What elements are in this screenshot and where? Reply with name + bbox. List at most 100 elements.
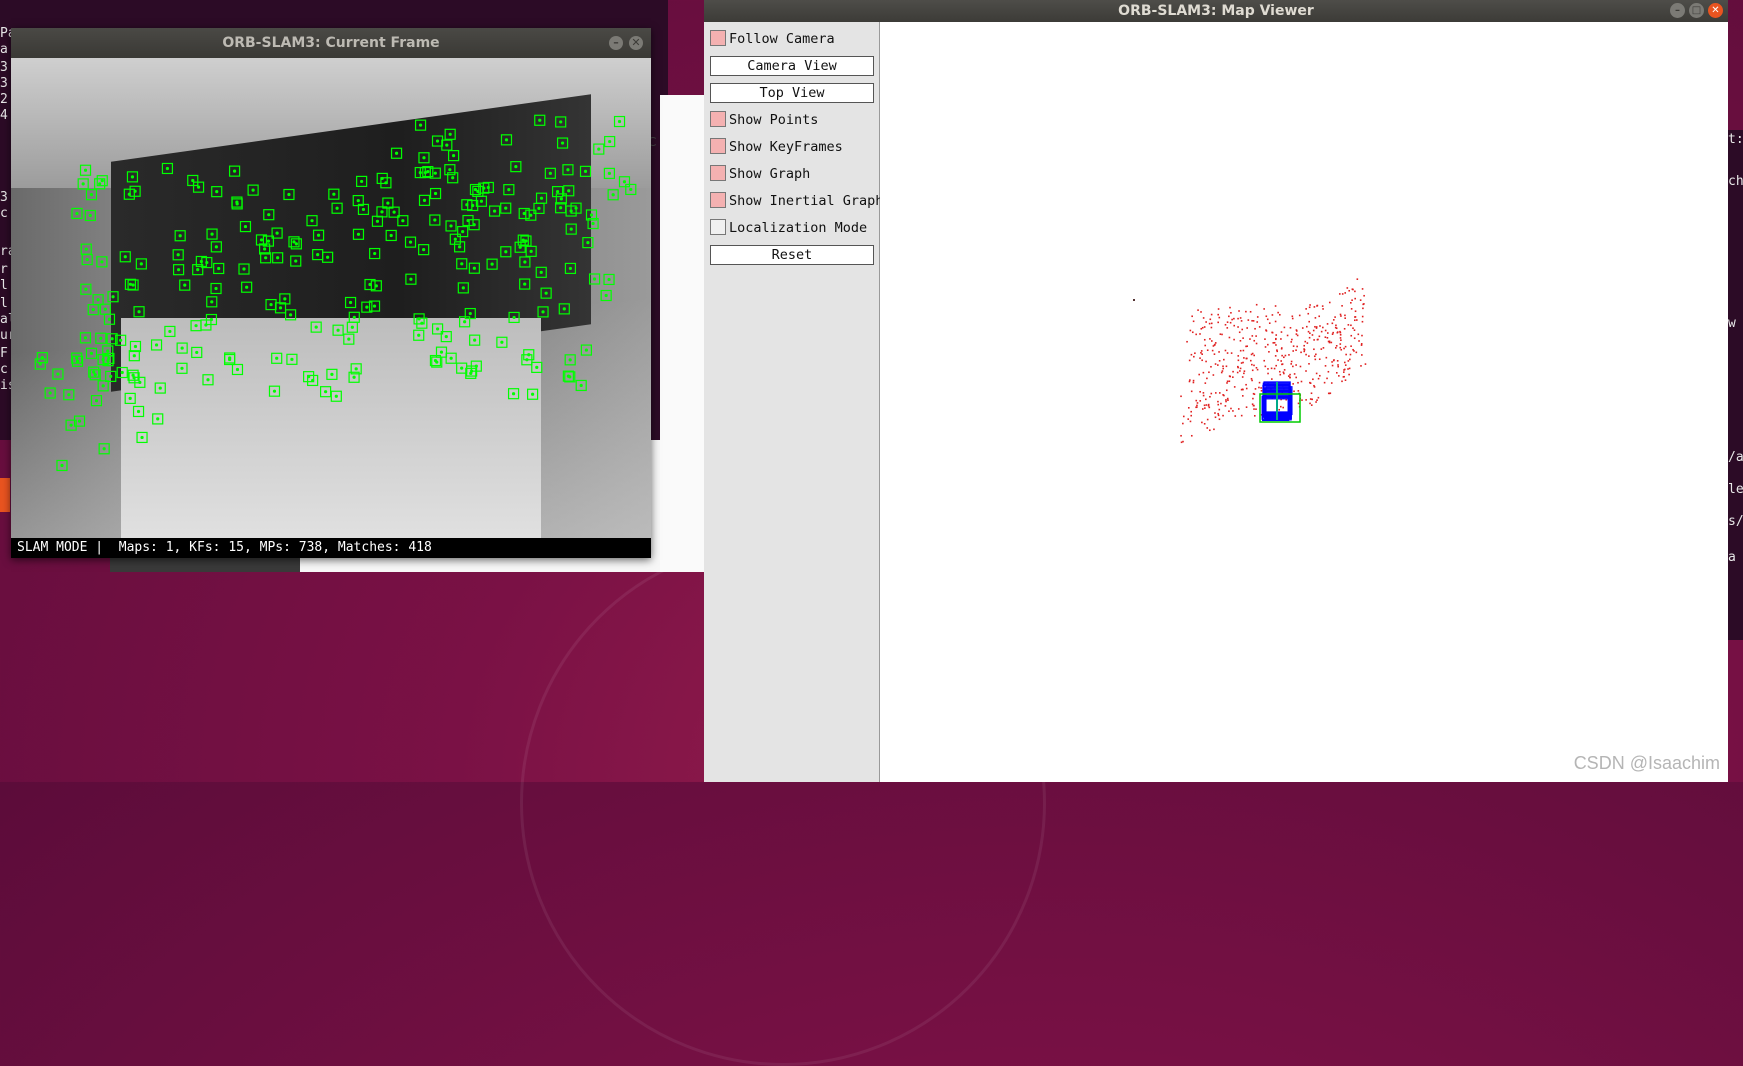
feature-keypoint	[272, 252, 284, 264]
show-graph-checkbox[interactable]	[710, 165, 726, 181]
show-keyframes-checkbox[interactable]	[710, 138, 726, 154]
feature-keypoint	[206, 296, 218, 308]
feature-keypoint	[468, 219, 480, 231]
follow-camera-checkbox[interactable]	[710, 30, 726, 46]
map-point	[1229, 375, 1232, 378]
map-point	[1214, 392, 1217, 394]
map-viewer-titlebar[interactable]: ORB-SLAM3: Map Viewer – □ ✕	[704, 0, 1728, 22]
map-point	[1275, 344, 1277, 346]
minimize-icon[interactable]: –	[1670, 3, 1685, 18]
map-point	[1229, 306, 1231, 309]
feature-keypoint	[356, 175, 368, 188]
show-points-checkbox[interactable]	[710, 111, 726, 127]
map-point	[1213, 428, 1215, 431]
top-view-button[interactable]: Top View	[710, 83, 874, 103]
map-point	[1275, 364, 1277, 367]
map-point	[1208, 429, 1211, 432]
map-point	[1355, 351, 1358, 354]
map-point	[1282, 406, 1285, 409]
feature-keypoint	[551, 185, 564, 198]
feature-keypoint	[453, 241, 466, 253]
map-point	[1334, 316, 1336, 318]
map-3d-view[interactable]: CSDN @Isaachim	[880, 22, 1728, 782]
map-point	[1307, 330, 1310, 333]
map-point	[1292, 365, 1294, 368]
map-point	[1331, 322, 1334, 325]
map-point	[1304, 340, 1307, 343]
feature-keypoint	[286, 353, 298, 365]
map-point	[1344, 364, 1347, 366]
feature-keypoint	[284, 309, 297, 321]
maximize-icon[interactable]: □	[1689, 3, 1704, 18]
show-graph-toggle[interactable]: Show Graph	[710, 164, 810, 184]
map-point	[1313, 348, 1315, 351]
map-point	[1186, 340, 1188, 343]
map-point	[1356, 278, 1359, 280]
map-point	[1227, 399, 1229, 402]
map-point	[1343, 347, 1345, 350]
minimize-icon[interactable]: –	[609, 36, 623, 50]
terminal-fragment: t:	[1728, 132, 1743, 147]
follow-camera-label: Follow Camera	[729, 31, 835, 47]
map-point	[1205, 360, 1207, 363]
map-point	[1207, 403, 1210, 406]
camera-view-button[interactable]: Camera View	[710, 56, 874, 76]
localization-mode-toggle[interactable]: Localization Mode	[710, 218, 867, 238]
close-icon[interactable]: ✕	[1708, 3, 1723, 18]
feature-keypoint	[96, 256, 108, 268]
current-frame-titlebar[interactable]: ORB-SLAM3: Current Frame – ✕	[11, 28, 651, 58]
map-point	[1283, 356, 1285, 359]
map-point	[1267, 372, 1269, 375]
show-points-toggle[interactable]: Show Points	[710, 110, 818, 130]
map-point	[1327, 392, 1330, 395]
map-point	[1226, 321, 1229, 323]
map-point	[1206, 427, 1209, 429]
feature-keypoint	[352, 228, 365, 240]
map-point	[1222, 414, 1224, 417]
feature-overlay	[34, 114, 637, 472]
localization-mode-checkbox[interactable]	[710, 219, 726, 235]
terminal-fragment: l	[0, 296, 8, 311]
map-point	[1297, 402, 1300, 405]
map-point	[1360, 344, 1363, 346]
map-point	[1199, 390, 1201, 393]
map-point	[1255, 408, 1257, 410]
feature-keypoint	[133, 306, 145, 318]
map-point	[1335, 345, 1338, 347]
map-viewer-window[interactable]: ORB-SLAM3: Map Viewer – □ ✕ Follow Camer…	[704, 0, 1728, 782]
feature-keypoint	[44, 387, 56, 399]
feature-keypoint	[77, 178, 89, 190]
feature-keypoint	[418, 194, 431, 206]
follow-camera-toggle[interactable]: Follow Camera	[710, 29, 835, 49]
feature-keypoint	[80, 283, 92, 295]
feature-keypoint	[503, 184, 515, 196]
map-point	[1187, 407, 1190, 409]
reset-button[interactable]: Reset	[710, 245, 874, 265]
map-point	[1303, 348, 1305, 350]
feature-keypoint	[447, 150, 460, 162]
map-point	[1189, 379, 1191, 381]
show-keyframes-toggle[interactable]: Show KeyFrames	[710, 137, 843, 157]
map-point	[1246, 327, 1248, 329]
current-frame-window[interactable]: ORB-SLAM3: Current Frame – ✕ SLAM MODE |…	[11, 28, 651, 558]
map-point	[1245, 345, 1247, 348]
close-icon[interactable]: ✕	[629, 36, 643, 50]
map-point	[1221, 370, 1224, 372]
map-point	[1209, 318, 1212, 321]
feature-keypoint	[579, 165, 592, 177]
map-point	[1326, 377, 1328, 380]
map-point	[1353, 337, 1356, 340]
map-point	[1311, 398, 1313, 401]
show-inertial-graph-toggle[interactable]: Show Inertial Graph	[710, 191, 883, 211]
map-point	[1361, 320, 1364, 323]
map-point	[1243, 357, 1245, 359]
map-point	[1361, 354, 1363, 356]
show-inertial-graph-checkbox[interactable]	[710, 192, 726, 208]
feature-keypoint	[457, 282, 469, 294]
map-point	[1237, 366, 1239, 369]
map-point	[1228, 315, 1230, 318]
feature-keypoint	[192, 181, 205, 193]
feature-keypoint	[129, 185, 141, 197]
map-point	[1253, 408, 1255, 410]
show-graph-label: Show Graph	[729, 166, 811, 182]
